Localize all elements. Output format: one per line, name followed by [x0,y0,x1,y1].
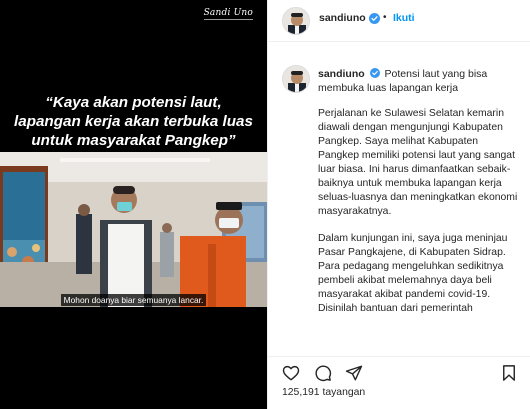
header-separator: • [383,12,387,23]
quote-line: untuk masyarakat Pangkep” [31,132,236,149]
caption-paragraph: Dalam kunjungan ini, saya juga meninjau … [318,233,508,314]
post-video[interactable]: Sandi Uno “Kaya akan potensi laut, lapan… [0,0,267,409]
action-bar [268,356,530,386]
video-subtitle: Mohon doanya biar semuanya lancar. [0,290,267,308]
post-header: sandiuno • Ikuti [268,0,530,42]
caption-body: Perjalanan ke Sulawesi Selatan kemarin d… [318,107,518,329]
caption-avatar-image [283,66,309,92]
quote-line: “Kaya akan potensi laut, [45,94,222,111]
video-watermark: Sandi Uno [203,8,254,20]
post-panel: sandiuno • Ikuti sandiuno Potensi laut y… [267,0,530,409]
views-count[interactable]: 125,191 tayangan [282,387,365,398]
avatar-image [283,8,309,34]
avatar[interactable] [282,7,310,35]
comment-icon[interactable] [314,364,332,382]
caption-paragraph: Perjalanan ke Sulawesi Selatan kemarin d… [318,108,518,217]
bookmark-icon[interactable] [500,364,518,382]
instagram-post: Sandi Uno “Kaya akan potensi laut, lapan… [0,0,530,409]
caption-avatar[interactable] [282,65,310,93]
video-scene [0,152,267,307]
caption-username[interactable]: sandiuno [318,68,365,80]
send-icon[interactable] [345,364,363,382]
video-subtitle-text: Mohon doanya biar semuanya lancar. [60,294,207,306]
verified-badge-icon [369,68,380,78]
video-frame [0,152,267,307]
follow-button[interactable]: Ikuti [393,12,415,24]
verified-badge-icon [369,13,380,24]
quote-line: lapangan kerja akan terbuka luas [14,113,253,130]
header-username[interactable]: sandiuno [319,12,366,24]
caption-area: sandiuno Potensi laut yang bisa membuka … [268,43,530,354]
heart-icon[interactable] [282,364,300,382]
video-quote: “Kaya akan potensi laut, lapangan kerja … [0,93,267,150]
caption-headline: sandiuno Potensi laut yang bisa membuka … [318,67,508,95]
